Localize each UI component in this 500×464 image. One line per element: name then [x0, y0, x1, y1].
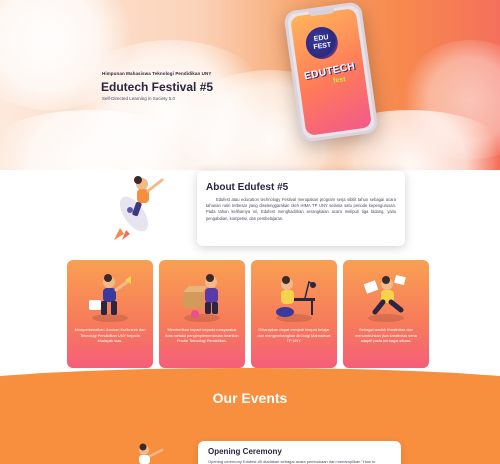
feature-card: Memperkenalkan Jurusan Kurikulum dan Tek…: [67, 260, 153, 368]
page-title: Edutech Festival #5: [101, 80, 214, 94]
feature-card: Diharapkan dapat menjadi tempat belajar …: [251, 260, 337, 368]
about-title: About Edufest #5: [206, 182, 289, 193]
event-illustration: [130, 440, 170, 464]
landing-page: Himpunan Mahasiswa Teknologi Pendidikan …: [0, 0, 500, 464]
feature-text: Sebagai wadah Kreativitas dan menumbuhka…: [355, 327, 417, 344]
rocket-illustration: [112, 170, 168, 242]
event-description: Opening ceremony Edufest #5 diadakan seb…: [208, 459, 376, 464]
jumping-illustration: [361, 268, 411, 324]
feature-text: Memberikan impact kepada masyarakat luas…: [165, 327, 239, 344]
events-title: Our Events: [212, 390, 288, 406]
about-card: About Edufest #5 Edufest atau education …: [197, 171, 405, 246]
hero-section: Himpunan Mahasiswa Teknologi Pendidikan …: [0, 0, 500, 170]
feature-card: Memberikan impact kepada masyarakat luas…: [159, 260, 245, 368]
package-illustration: [177, 268, 227, 324]
edutech-logo-text: EDUTECH: [303, 60, 357, 83]
feature-text: Memperkenalkan Jurusan Kurikulum dan Tek…: [74, 327, 146, 344]
hero-tagline: Self-Directed Learning in Society 5.0: [102, 96, 176, 101]
event-title: Opening Ceremony: [208, 447, 282, 456]
feature-card: Sebagai wadah Kreativitas dan menumbuhka…: [343, 260, 429, 368]
desk-study-illustration: [269, 268, 319, 324]
edufest-logo-badge: EDU FEST: [303, 24, 340, 62]
event-card[interactable]: Opening Ceremony Opening ceremony Edufes…: [198, 441, 401, 464]
hero-subtitle: Himpunan Mahasiswa Teknologi Pendidikan …: [102, 71, 212, 76]
about-body: Edufest atau education technology Festiv…: [206, 197, 396, 221]
phone-screen: EDU FEST EDUTECH fest: [289, 7, 373, 137]
presenter-illustration: [85, 268, 135, 324]
fest-logo-text: fest: [332, 76, 347, 85]
feature-text: Diharapkan dapat menjadi tempat belajar …: [257, 327, 331, 344]
feature-cards: Memperkenalkan Jurusan Kurikulum dan Tek…: [67, 260, 429, 368]
